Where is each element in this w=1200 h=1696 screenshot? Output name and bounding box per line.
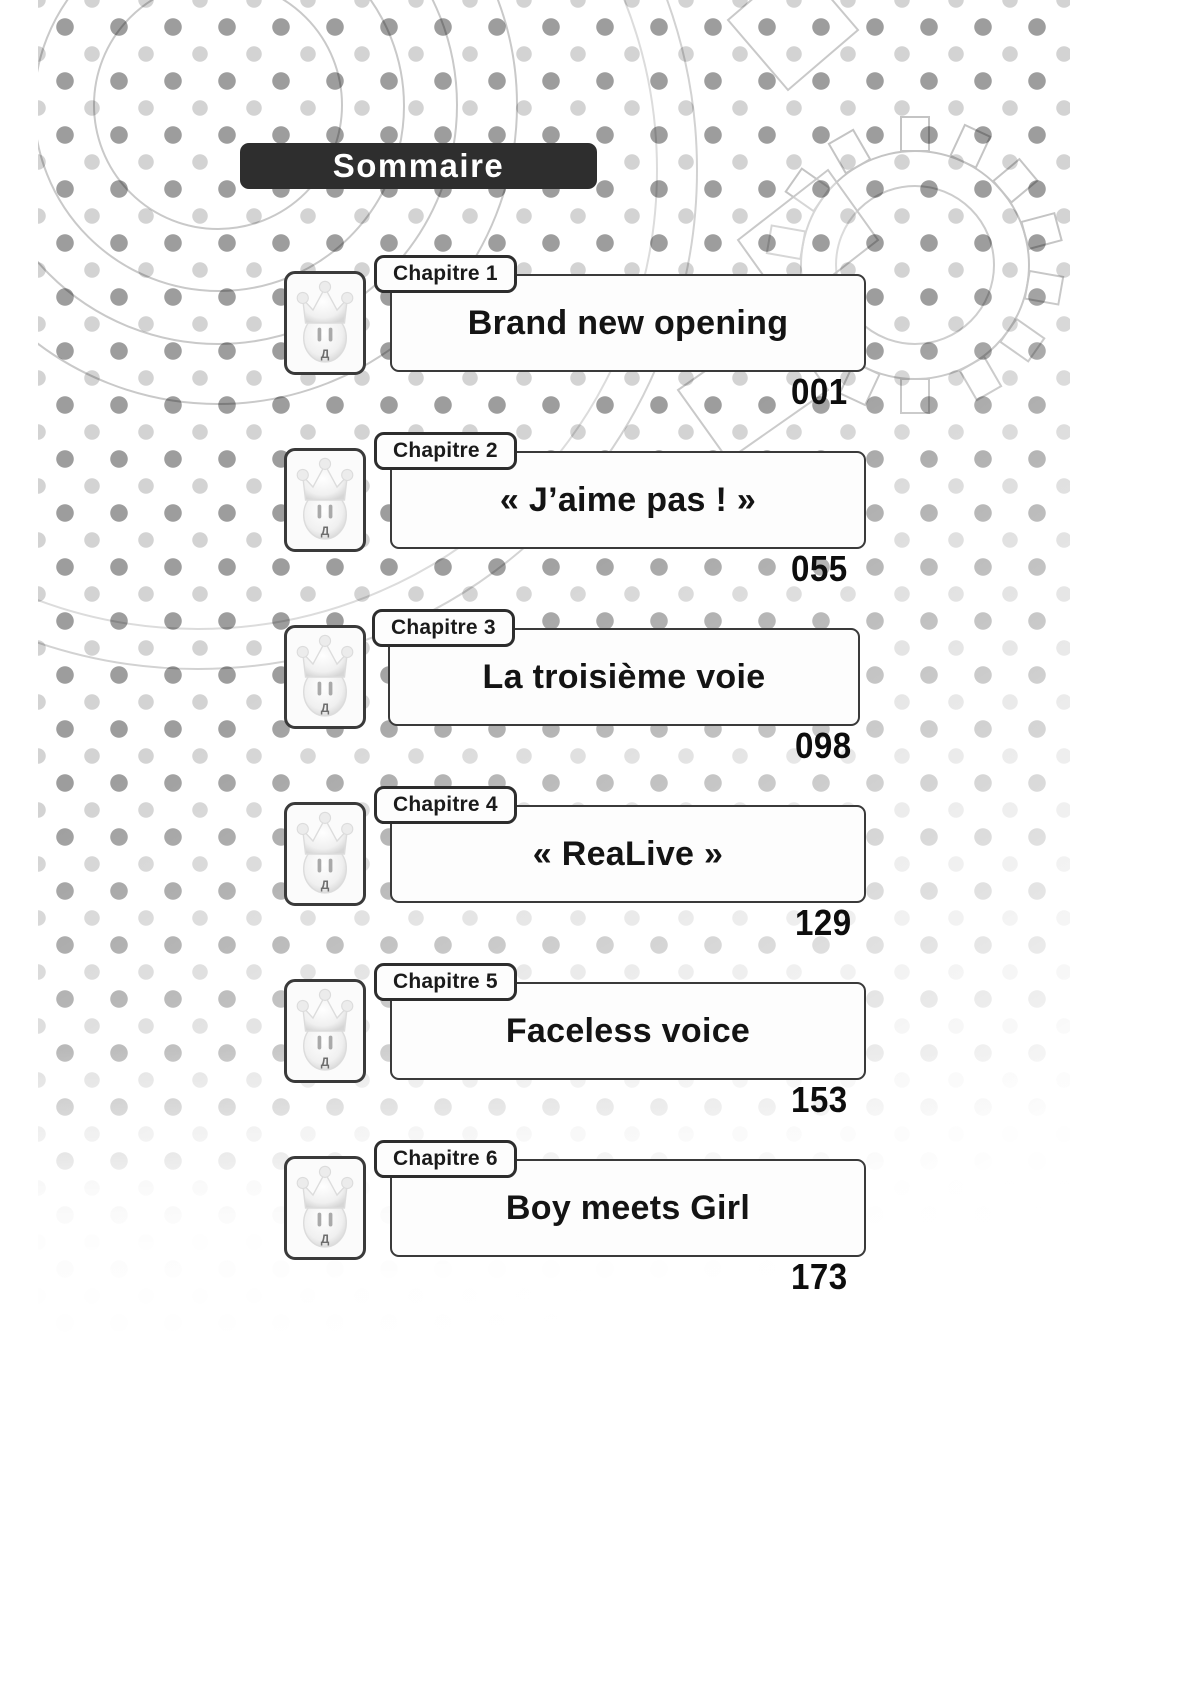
chapter-page-number: 129 — [795, 902, 852, 943]
chapter-tab: Chapitre 6 — [374, 1140, 517, 1178]
toc-page: Sommaire Д Brand new opening Chapitre 1 … — [0, 0, 1200, 1696]
chapter-page-number: 173 — [791, 1256, 848, 1297]
svg-text:Д: Д — [321, 347, 330, 361]
chapter-page-number: 153 — [791, 1079, 848, 1120]
chapter-tab-label: Chapitre 4 — [393, 793, 498, 816]
crown-mascot-icon: Д — [284, 271, 366, 375]
chapter-tab: Chapitre 3 — [372, 609, 515, 647]
chapter-tab-label: Chapitre 6 — [393, 1147, 498, 1170]
chapter-title: Brand new opening — [467, 303, 789, 342]
crown-mascot-icon: Д — [284, 625, 366, 729]
chapter-page-number: 055 — [791, 548, 848, 589]
sommaire-banner: Sommaire — [240, 143, 597, 189]
chapter-tab: Chapitre 2 — [374, 432, 517, 470]
chapter-tab-label: Chapitre 5 — [393, 970, 498, 993]
crown-mascot-icon: Д — [284, 1156, 366, 1260]
chapter-tab-label: Chapitre 3 — [391, 616, 496, 639]
svg-text:Д: Д — [321, 1232, 330, 1246]
chapter-tab: Chapitre 4 — [374, 786, 517, 824]
chapter-title: « ReaLive » — [532, 834, 724, 873]
sommaire-title: Sommaire — [332, 147, 505, 184]
chapter-title: La troisième voie — [482, 657, 766, 696]
chapter-title: Boy meets Girl — [505, 1188, 751, 1227]
svg-text:Д: Д — [321, 524, 330, 538]
chapter-tab-label: Chapitre 1 — [393, 262, 498, 285]
chapter-tab: Chapitre 5 — [374, 963, 517, 1001]
toc-content: Sommaire Д Brand new opening Chapitre 1 … — [0, 0, 1200, 1696]
chapter-tab-label: Chapitre 2 — [393, 439, 498, 462]
crown-mascot-icon: Д — [284, 448, 366, 552]
crown-mascot-icon: Д — [284, 802, 366, 906]
chapter-title: Faceless voice — [505, 1011, 751, 1050]
svg-text:Д: Д — [321, 878, 330, 892]
chapter-page-number: 098 — [795, 725, 852, 766]
chapter-title: « J’aime pas ! » — [499, 480, 757, 519]
chapter-page-number: 001 — [791, 371, 848, 412]
crown-mascot-icon: Д — [284, 979, 366, 1083]
svg-text:Д: Д — [321, 701, 330, 715]
svg-text:Д: Д — [321, 1055, 330, 1069]
chapter-tab: Chapitre 1 — [374, 255, 517, 293]
